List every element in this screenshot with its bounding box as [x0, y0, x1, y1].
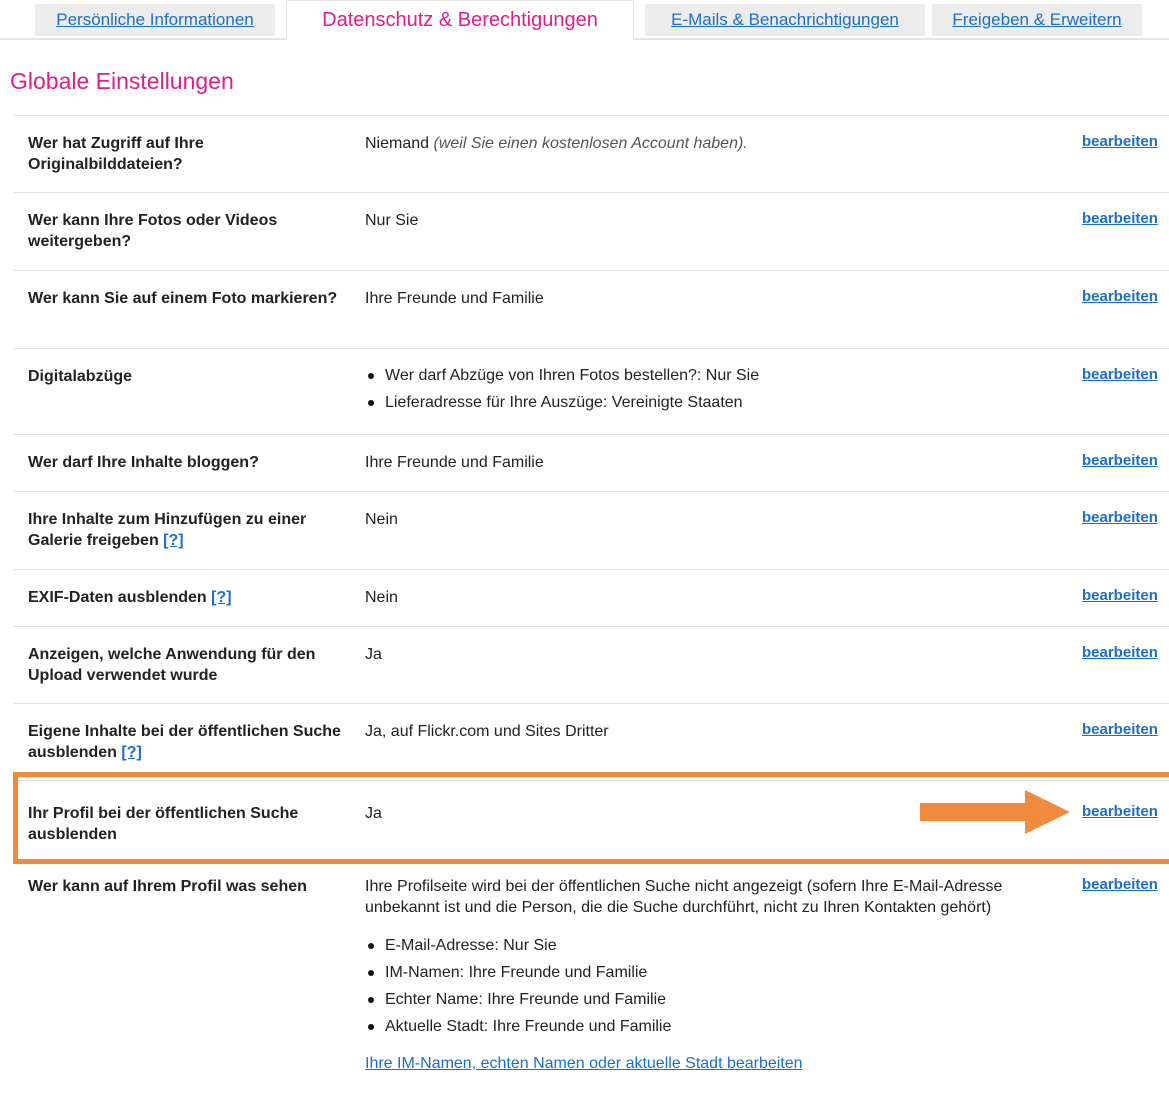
help-link-exif[interactable]: [?]	[211, 589, 231, 606]
edit-link-digital-prints[interactable]: bearbeiten	[1082, 366, 1158, 383]
setting-label: EXIF-Daten ausblenden [?]	[28, 587, 348, 608]
tab-sharing-extending-label[interactable]: Freigeben & Erweitern	[952, 10, 1121, 30]
setting-value-text: Niemand	[365, 135, 430, 152]
setting-value-text: Ihre Profilseite wird bei der öffentlich…	[365, 878, 1003, 916]
setting-label: Wer kann Sie auf einem Foto markieren?	[28, 290, 338, 307]
setting-value: Nein	[365, 589, 398, 606]
setting-label: Digitalabzüge	[28, 368, 133, 385]
setting-row-exif: EXIF-Daten ausblenden [?] Nein bearbeite…	[13, 569, 1169, 626]
setting-row-share-photos: Wer kann Ihre Fotos oder Videos weiterge…	[13, 192, 1169, 270]
list-item: Lieferadresse für Ihre Auszüge: Vereinig…	[368, 389, 1015, 416]
tab-sharing-extending[interactable]: Freigeben & Erweitern	[932, 4, 1142, 36]
edit-link-hide-content[interactable]: bearbeiten	[1082, 721, 1158, 738]
setting-value: Nur Sie	[365, 212, 419, 229]
setting-value: Ja	[365, 646, 382, 663]
setting-bullet-list: Wer darf Abzüge von Ihren Fotos bestelle…	[365, 362, 1015, 416]
list-item: IM-Namen: Ihre Freunde und Familie	[368, 959, 1015, 986]
setting-label-text: EXIF-Daten ausblenden	[28, 589, 207, 606]
edit-link-exif[interactable]: bearbeiten	[1082, 587, 1158, 604]
setting-label: Wer darf Ihre Inhalte bloggen?	[28, 454, 259, 471]
section-title: Globale Einstellungen	[10, 68, 234, 94]
edit-im-names-link[interactable]: Ihre IM-Namen, echten Namen oder aktuell…	[365, 1055, 803, 1072]
tab-privacy-permissions-label: Datenschutz & Berechtigungen	[322, 9, 598, 31]
setting-row-blog-content: Wer darf Ihre Inhalte bloggen? Ihre Freu…	[13, 434, 1169, 491]
help-link-gallery[interactable]: [?]	[163, 532, 183, 549]
setting-value: Wer darf Abzüge von Ihren Fotos bestelle…	[365, 362, 1015, 416]
tab-emails-notifications-label[interactable]: E-Mails & Benachrichtigungen	[671, 10, 899, 30]
tab-privacy-permissions[interactable]: Datenschutz & Berechtigungen	[286, 0, 634, 40]
edit-link-hide-profile[interactable]: bearbeiten	[1082, 803, 1158, 820]
tab-emails-notifications[interactable]: E-Mails & Benachrichtigungen	[645, 4, 925, 36]
tab-personal-info-label[interactable]: Persönliche Informationen	[56, 10, 254, 30]
edit-link-blog-content[interactable]: bearbeiten	[1082, 452, 1158, 469]
setting-label: Wer kann auf Ihrem Profil was sehen	[28, 878, 307, 895]
setting-value: Ja	[365, 805, 382, 822]
edit-link-gallery[interactable]: bearbeiten	[1082, 509, 1158, 526]
setting-label: Wer hat Zugriff auf Ihre Originalbilddat…	[28, 135, 204, 173]
list-item: E-Mail-Adresse: Nur Sie	[368, 932, 1015, 959]
list-item: Echter Name: Ihre Freunde und Familie	[368, 986, 1015, 1013]
setting-row-digital-prints: Digitalabzüge Wer darf Abzüge von Ihren …	[13, 348, 1169, 434]
setting-value: Ja, auf Flickr.com und Sites Dritter	[365, 723, 609, 740]
setting-row-hide-content-search: Eigene Inhalte bei der öffentlichen Such…	[13, 703, 1169, 780]
help-link-hide-content[interactable]: [?]	[121, 744, 141, 761]
settings-tab-bar: Persönliche Informationen Datenschutz & …	[0, 0, 1169, 40]
list-item: Aktuelle Stadt: Ihre Freunde und Familie	[368, 1013, 1015, 1040]
setting-label: Anzeigen, welche Anwendung für den Uploa…	[28, 646, 316, 684]
setting-row-gallery: Ihre Inhalte zum Hinzufügen zu einer Gal…	[13, 491, 1169, 569]
setting-label: Ihr Profil bei der öffentlichen Suche au…	[28, 805, 299, 843]
setting-value: Niemand (weil Sie einen kostenlosen Acco…	[365, 133, 1015, 154]
list-item: Wer darf Abzüge von Ihren Fotos bestelle…	[368, 362, 1015, 389]
edit-link-profile-visibility[interactable]: bearbeiten	[1082, 876, 1158, 893]
setting-row-original-files: Wer hat Zugriff auf Ihre Originalbilddat…	[13, 115, 1169, 192]
settings-list: Wer hat Zugriff auf Ihre Originalbilddat…	[13, 115, 1169, 1120]
tab-personal-info[interactable]: Persönliche Informationen	[35, 4, 275, 36]
setting-value: Nein	[365, 511, 398, 528]
setting-row-upload-app: Anzeigen, welche Anwendung für den Uploa…	[13, 626, 1169, 703]
setting-value: Ihre Freunde und Familie	[365, 454, 544, 471]
setting-label: Eigene Inhalte bei der öffentlichen Such…	[28, 721, 348, 763]
setting-value: Ihre Profilseite wird bei der öffentlich…	[365, 876, 1015, 1074]
setting-row-tag-people: Wer kann Sie auf einem Foto markieren? I…	[13, 270, 1169, 348]
edit-link-tag-people[interactable]: bearbeiten	[1082, 288, 1158, 305]
setting-label: Ihre Inhalte zum Hinzufügen zu einer Gal…	[28, 509, 348, 551]
setting-row-profile-visibility: Wer kann auf Ihrem Profil was sehen Ihre…	[13, 870, 1169, 1120]
edit-link-share-photos[interactable]: bearbeiten	[1082, 210, 1158, 227]
setting-bullet-list: E-Mail-Adresse: Nur Sie IM-Namen: Ihre F…	[365, 932, 1015, 1040]
setting-value-note: (weil Sie einen kostenlosen Account habe…	[433, 135, 748, 152]
setting-label-text: Eigene Inhalte bei der öffentlichen Such…	[28, 723, 341, 761]
setting-value: Ihre Freunde und Familie	[365, 290, 544, 307]
setting-label: Wer kann Ihre Fotos oder Videos weiterge…	[28, 212, 278, 250]
edit-link-original-files[interactable]: bearbeiten	[1082, 133, 1158, 150]
arrow-right-icon	[920, 790, 1070, 834]
edit-link-upload-app[interactable]: bearbeiten	[1082, 644, 1158, 661]
